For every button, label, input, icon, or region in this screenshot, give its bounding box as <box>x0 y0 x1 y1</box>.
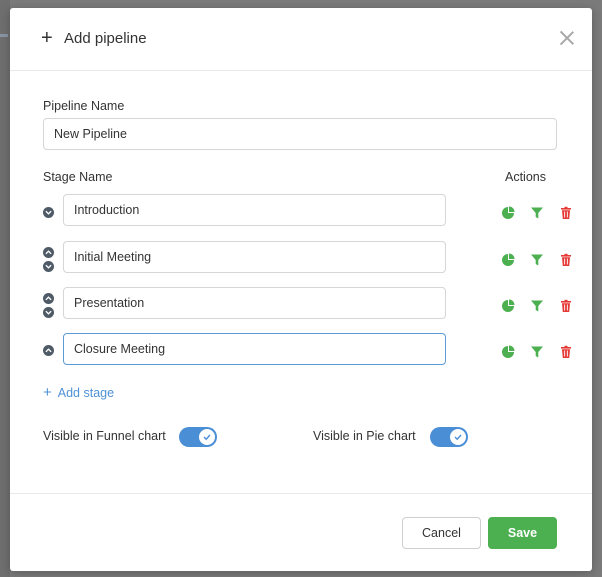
move-up-button[interactable] <box>43 247 54 258</box>
move-down-button[interactable] <box>43 261 54 272</box>
filter-icon[interactable] <box>530 345 544 359</box>
funnel-chart-toggle[interactable] <box>179 427 217 447</box>
check-icon <box>454 434 462 441</box>
trash-icon[interactable] <box>559 206 573 220</box>
plus-icon: + <box>41 27 53 49</box>
pie-chart-toggle[interactable] <box>430 427 468 447</box>
add-stage-label: Add stage <box>57 386 115 400</box>
toggle-knob <box>199 429 215 445</box>
pie-toggle-label: Visible in Pie chart <box>313 429 416 443</box>
trash-icon[interactable] <box>559 345 573 359</box>
stage-name-input[interactable] <box>63 241 446 273</box>
actions-label: Actions <box>505 170 546 184</box>
chevron-up-icon <box>45 296 52 301</box>
pipeline-name-input[interactable] <box>43 118 557 150</box>
stage-name-label: Stage Name <box>43 170 113 184</box>
move-down-button[interactable] <box>43 207 54 218</box>
footer-divider <box>10 493 592 494</box>
close-icon[interactable] <box>559 30 575 46</box>
trash-icon[interactable] <box>559 253 573 267</box>
pie-chart-icon[interactable] <box>501 299 515 313</box>
filter-icon[interactable] <box>530 206 544 220</box>
add-pipeline-modal: + Add pipeline Pipeline Name Stage Name … <box>10 8 592 571</box>
toggle-knob <box>450 429 466 445</box>
move-up-button[interactable] <box>43 293 54 304</box>
filter-icon[interactable] <box>530 299 544 313</box>
check-icon <box>203 434 211 441</box>
stage-name-input[interactable] <box>63 287 446 319</box>
chevron-up-icon <box>45 250 52 255</box>
move-down-button[interactable] <box>43 307 54 318</box>
pie-chart-icon[interactable] <box>501 345 515 359</box>
pie-chart-icon[interactable] <box>501 253 515 267</box>
save-button[interactable]: Save <box>488 517 557 549</box>
move-up-button[interactable] <box>43 345 54 356</box>
backdrop-link-fragment <box>0 34 8 37</box>
stage-name-input[interactable] <box>63 194 446 226</box>
chevron-down-icon <box>45 210 52 215</box>
pipeline-name-label: Pipeline Name <box>43 99 125 113</box>
stage-name-input[interactable] <box>63 333 446 365</box>
cancel-button[interactable]: Cancel <box>402 517 481 549</box>
trash-icon[interactable] <box>559 299 573 313</box>
filter-icon[interactable] <box>530 253 544 267</box>
pie-chart-icon[interactable] <box>501 206 515 220</box>
plus-icon: + <box>43 384 52 401</box>
add-stage-link[interactable]: + Add stage <box>43 384 114 401</box>
page-backdrop <box>0 0 10 577</box>
chevron-down-icon <box>45 310 52 315</box>
chevron-up-icon <box>45 348 52 353</box>
modal-header: + Add pipeline <box>10 8 592 71</box>
modal-title: Add pipeline <box>64 30 147 47</box>
funnel-toggle-label: Visible in Funnel chart <box>43 429 166 443</box>
chevron-down-icon <box>45 264 52 269</box>
